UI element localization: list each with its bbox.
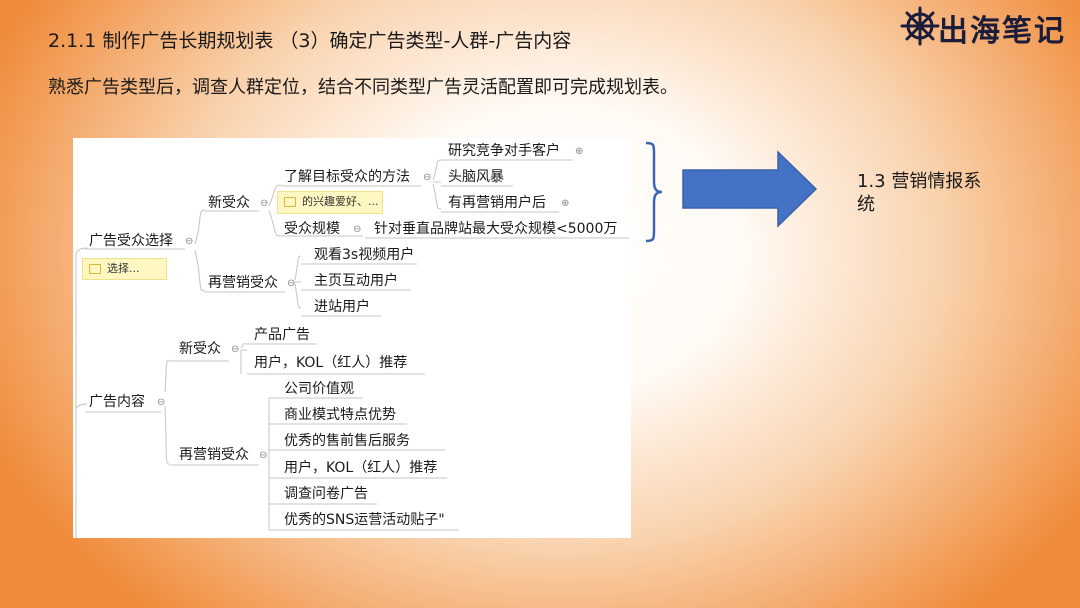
node-ad-content[interactable]: 广告内容 [89, 393, 145, 411]
collapse-icon[interactable]: ⊖ [157, 397, 165, 409]
note-icon [284, 197, 296, 207]
node-remarketing-item[interactable]: 观看3s视频用户 [314, 246, 414, 264]
note-text: 的兴趣爱好、... [302, 195, 379, 208]
node-method[interactable]: 了解目标受众的方法 [284, 168, 410, 186]
mind-map: 广告受众选择 ⊖ 选择... 新受众 ⊖ 了解目标受众的方法 ⊖ 的兴趣爱好、.… [73, 138, 631, 538]
note-text: 选择... [107, 262, 140, 275]
node-content-item[interactable]: 优秀的售前售后服务 [284, 432, 410, 450]
right-bracket-icon [645, 141, 663, 243]
node-remarketing-item[interactable]: 主页互动用户 [314, 272, 398, 290]
right-arrow-icon [682, 150, 818, 228]
collapse-icon[interactable]: ⊖ [287, 278, 295, 290]
node-scale-value[interactable]: 针对垂直品牌站最大受众规模<5000万 [374, 220, 617, 238]
node-content-item[interactable]: 用户，KOL（红人）推荐 [284, 459, 437, 477]
ship-wheel-icon [900, 6, 940, 46]
marketing-intelligence-label: 1.3 营销情报系统 [857, 171, 982, 215]
collapse-icon[interactable]: ⊖ [260, 198, 268, 210]
page-subtitle: 熟悉广告类型后，调查人群定位，结合不同类型广告灵活配置即可完成规划表。 [48, 77, 678, 98]
node-ad-audience[interactable]: 广告受众选择 [89, 232, 173, 250]
logo-text: 出海笔记 [938, 14, 1066, 49]
node-content-item[interactable]: 公司价值观 [284, 380, 354, 398]
node-content-new-audience[interactable]: 新受众 [179, 340, 221, 358]
node-content-remarketing[interactable]: 再营销受众 [179, 446, 249, 464]
collapse-icon[interactable]: ⊖ [353, 224, 361, 236]
collapse-icon[interactable]: ⊖ [231, 344, 239, 356]
node-method-item[interactable]: 有再营销用户后 [448, 194, 546, 212]
note-icon [89, 264, 101, 274]
node-method-item[interactable]: 头脑风暴 [448, 168, 504, 186]
collapse-icon[interactable]: ⊖ [423, 172, 431, 184]
collapse-icon[interactable]: ⊖ [259, 450, 267, 462]
brand-logo: 出海笔记 [898, 4, 1078, 49]
expand-icon[interactable]: ⊕ [561, 198, 569, 210]
note-method[interactable]: 的兴趣爱好、... [277, 191, 383, 214]
node-scale[interactable]: 受众规模 [284, 220, 340, 238]
node-content-item[interactable]: 产品广告 [254, 326, 310, 344]
node-new-audience[interactable]: 新受众 [208, 194, 250, 212]
node-content-item[interactable]: 调查问卷广告 [284, 485, 368, 503]
note-ad-audience[interactable]: 选择... [82, 258, 167, 280]
page-title: 2.1.1 制作广告长期规划表 （3）确定广告类型-人群-广告内容 [48, 30, 572, 52]
node-content-item[interactable]: 优秀的SNS运营活动贴子" [284, 511, 445, 529]
expand-icon[interactable]: ⊕ [575, 146, 583, 158]
node-content-item[interactable]: 商业模式特点优势 [284, 406, 396, 424]
collapse-icon[interactable]: ⊖ [185, 236, 193, 248]
node-remarketing-item[interactable]: 进站用户 [314, 298, 370, 316]
node-remarketing[interactable]: 再营销受众 [208, 274, 278, 292]
node-method-item[interactable]: 研究竞争对手客户 [448, 142, 560, 160]
node-content-item[interactable]: 用户，KOL（红人）推荐 [254, 354, 407, 372]
